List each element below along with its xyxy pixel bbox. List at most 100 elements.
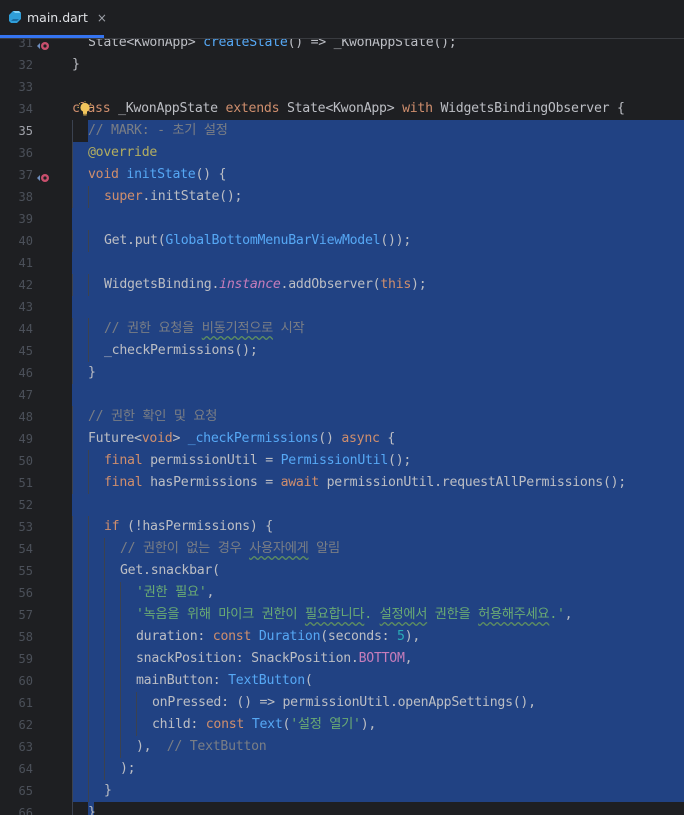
code-line[interactable]: 34 class _KwonAppState extends State<Kwon… xyxy=(0,98,684,120)
code-line[interactable]: 57 '녹음을 위해 마이크 권한이 필요합니다. 설정에서 권한을 허용해주세요… xyxy=(0,604,684,626)
code-line[interactable]: 42 WidgetsBinding.instance.addObserver(th… xyxy=(0,274,684,296)
override-gutter-icon[interactable] xyxy=(36,169,50,182)
indent-guide xyxy=(104,648,105,670)
code-line[interactable]: 52 xyxy=(0,494,684,516)
indent-guide xyxy=(72,274,73,296)
code-line[interactable]: 66} xyxy=(0,802,684,815)
code-text: Get.snackbar( xyxy=(120,560,220,582)
indent-guide xyxy=(72,758,73,780)
indent-guide xyxy=(88,692,89,714)
code-line[interactable]: 38 super.initState(); xyxy=(0,186,684,208)
indent-guide xyxy=(88,538,89,560)
close-tab-icon[interactable]: × xyxy=(97,11,107,25)
code-token: // 권한이 없는 경우 xyxy=(120,541,250,556)
code-line[interactable]: 39 xyxy=(0,208,684,230)
code-line[interactable]: 35 // MARK: - 초기 설정 xyxy=(0,120,684,142)
code-token: ()); xyxy=(380,233,412,248)
indent-guide xyxy=(104,604,105,626)
line-number: 48 xyxy=(18,410,33,424)
code-line[interactable]: 54 // 권한이 없는 경우 사용자에게 알림 xyxy=(0,538,684,560)
code-line[interactable]: 49 Future<void> _checkPermissions() async… xyxy=(0,428,684,450)
code-line[interactable]: 41 xyxy=(0,252,684,274)
code-line[interactable]: 43 xyxy=(0,296,684,318)
code-token: PermissionUtil xyxy=(280,453,389,468)
code-line[interactable]: 47 xyxy=(0,384,684,406)
code-text: '권한 필요', xyxy=(136,582,214,604)
code-line[interactable]: 58 duration: const Duration(seconds: 5), xyxy=(0,626,684,648)
line-number: 44 xyxy=(18,322,33,336)
code-token: Text xyxy=(251,717,283,732)
code-token: . xyxy=(364,607,380,622)
code-line[interactable]: 33 xyxy=(0,76,684,98)
code-line[interactable]: 40 Get.put(GlobalBottomMenuBarViewModel()… xyxy=(0,230,684,252)
code-token: this xyxy=(380,277,412,292)
code-line[interactable]: 56 '권한 필요', xyxy=(0,582,684,604)
code-token: _KwonAppState xyxy=(110,101,226,116)
code-token: super xyxy=(104,189,143,204)
code-line[interactable]: 55 Get.snackbar( xyxy=(0,560,684,582)
code-line[interactable]: 60 mainButton: TextButton( xyxy=(0,670,684,692)
code-line[interactable]: 61 onPressed: () => permissionUtil.openAp… xyxy=(0,692,684,714)
line-number: 66 xyxy=(18,806,33,815)
code-editor[interactable]: 31 State<KwonApp> createState() => _KwonA… xyxy=(0,39,684,815)
code-line[interactable]: 53 if (!hasPermissions) { xyxy=(0,516,684,538)
code-text: // 권한이 없는 경우 사용자에게 알림 xyxy=(120,538,340,560)
code-line[interactable]: 31 State<KwonApp> createState() => _KwonA… xyxy=(0,39,684,54)
code-text: super.initState(); xyxy=(104,186,242,208)
code-token: () { xyxy=(195,167,227,182)
indent-guide xyxy=(72,648,73,670)
code-text: Get.put(GlobalBottomMenuBarViewModel()); xyxy=(104,230,411,252)
code-line[interactable]: 51 final hasPermissions = await permissio… xyxy=(0,472,684,494)
line-number: 57 xyxy=(18,608,33,622)
indent-guide xyxy=(72,604,73,626)
code-token: } xyxy=(104,783,112,798)
indent-guide xyxy=(88,780,89,802)
code-token: hasPermissions = xyxy=(142,475,281,490)
code-line[interactable]: 37 void initState() { xyxy=(0,164,684,186)
lightbulb-icon[interactable] xyxy=(77,101,93,117)
selection-highlight xyxy=(72,208,684,230)
indent-guide xyxy=(120,604,121,626)
code-line[interactable]: 59 snackPosition: SnackPosition.BOTTOM, xyxy=(0,648,684,670)
indent-guide xyxy=(88,714,89,736)
line-number: 56 xyxy=(18,586,33,600)
line-number: 54 xyxy=(18,542,33,556)
code-token: { xyxy=(379,431,396,446)
code-token: Future< xyxy=(88,431,142,446)
indent-guide xyxy=(120,714,121,736)
line-number: 50 xyxy=(18,454,33,468)
code-token: if xyxy=(104,519,120,534)
code-line[interactable]: 64); xyxy=(0,758,684,780)
code-line[interactable]: 48 // 권한 확인 및 요청 xyxy=(0,406,684,428)
code-line[interactable]: 45 _checkPermissions(); xyxy=(0,340,684,362)
code-token: const xyxy=(205,717,245,732)
line-number: 37 xyxy=(18,168,33,182)
code-text: snackPosition: SnackPosition.BOTTOM, xyxy=(136,648,413,670)
code-line[interactable]: 62 child: const Text('설정 열기'), xyxy=(0,714,684,736)
indent-guide xyxy=(104,736,105,758)
tab-main-dart[interactable]: main.dart × xyxy=(0,0,107,38)
code-line[interactable]: 65} xyxy=(0,780,684,802)
code-token: initState xyxy=(126,167,196,182)
code-token: Get.snackbar( xyxy=(120,563,220,578)
code-text: final permissionUtil = PermissionUtil(); xyxy=(104,450,411,472)
code-token: , xyxy=(404,651,413,666)
indent-guide xyxy=(72,670,73,692)
line-number: 58 xyxy=(18,630,33,644)
code-line[interactable]: 50 final permissionUtil = PermissionUtil(… xyxy=(0,450,684,472)
line-number: 63 xyxy=(18,740,33,754)
tab-label: main.dart xyxy=(27,10,88,25)
implementation-gutter-icon[interactable] xyxy=(36,39,50,50)
code-text: final hasPermissions = await permissionU… xyxy=(104,472,626,494)
code-line[interactable]: 36 @override xyxy=(0,142,684,164)
code-token: // 권한 요청을 xyxy=(104,321,202,336)
code-line[interactable]: 32} xyxy=(0,54,684,76)
code-line[interactable]: 63), // TextButton xyxy=(0,736,684,758)
code-line[interactable]: 46} xyxy=(0,362,684,384)
code-line[interactable]: 44 // 권한 요청을 비동기적으로 시작 xyxy=(0,318,684,340)
code-token: mainButton: xyxy=(136,673,229,688)
selection-highlight xyxy=(72,384,684,406)
selection-highlight xyxy=(72,142,684,164)
code-token: '녹음을 위해 마이크 권한이 xyxy=(136,607,305,622)
